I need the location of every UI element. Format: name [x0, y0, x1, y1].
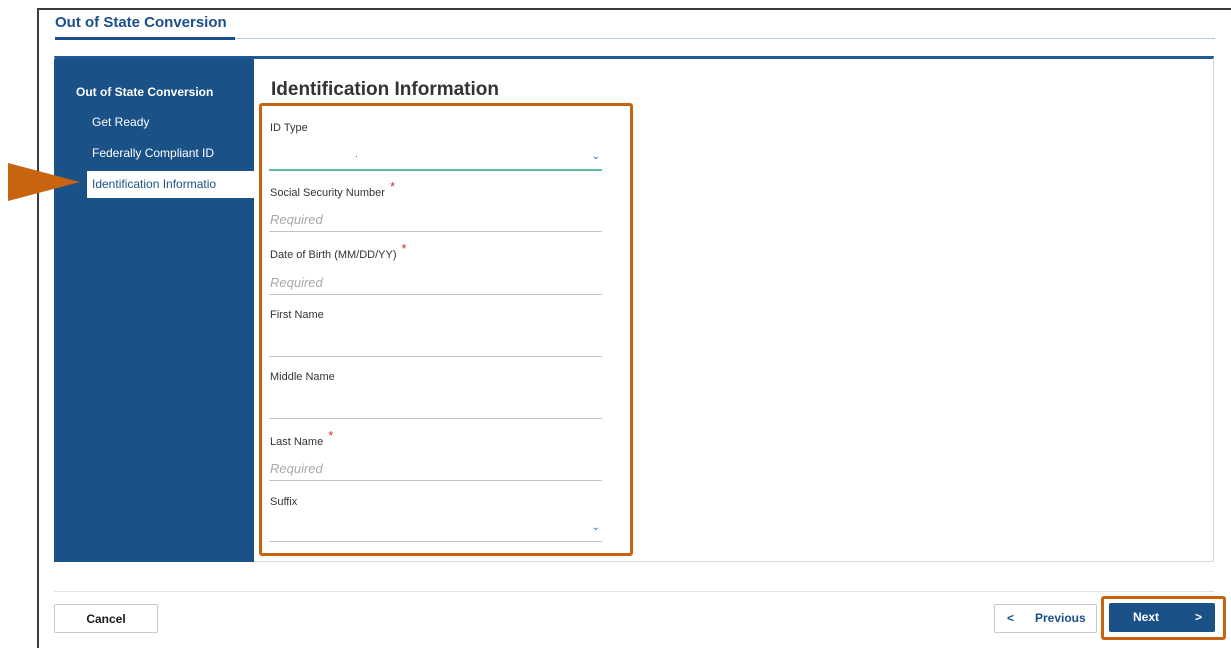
next-label: Next	[1133, 610, 1160, 624]
last-name-input[interactable]	[269, 457, 602, 481]
suffix-label: Suffix	[270, 496, 298, 508]
previous-button[interactable]: < Previous	[994, 604, 1097, 633]
sidebar-nav: Out of State Conversion Get Ready Federa…	[54, 59, 254, 562]
id-type-value: .	[355, 149, 358, 160]
form-heading: Identification Information	[271, 79, 499, 100]
footer-divider	[54, 591, 1214, 592]
dob-label: Date of Birth (MM/DD/YY) *	[270, 241, 407, 261]
required-marker: *	[401, 241, 407, 256]
sidebar-item-get-ready[interactable]: Get Ready	[92, 115, 149, 129]
next-button[interactable]: Next >	[1109, 603, 1215, 632]
first-name-label: First Name	[270, 309, 324, 321]
dob-input[interactable]	[269, 271, 602, 295]
sidebar-heading: Out of State Conversion	[76, 85, 214, 99]
previous-label: Previous	[1035, 611, 1086, 625]
required-marker: *	[328, 428, 334, 443]
id-type-select[interactable]: . ⌄	[269, 147, 602, 171]
page-title: Out of State Conversion	[55, 14, 227, 31]
required-marker: *	[389, 179, 395, 194]
first-name-input[interactable]	[269, 333, 602, 357]
id-type-label: ID Type	[270, 122, 308, 134]
cancel-button[interactable]: Cancel	[54, 604, 158, 633]
chevron-left-icon: <	[1007, 611, 1015, 625]
chevron-right-icon: >	[1194, 610, 1202, 624]
middle-name-input[interactable]	[269, 395, 602, 419]
ssn-input[interactable]	[269, 208, 602, 232]
chevron-down-icon: ⌄	[591, 151, 600, 162]
ssn-label: Social Security Number *	[270, 179, 395, 199]
sidebar-item-identification-information[interactable]: Identification Informatio	[87, 171, 254, 198]
chevron-down-icon: ⌄	[591, 522, 600, 533]
middle-name-label: Middle Name	[270, 371, 335, 383]
callout-arrow-icon	[8, 163, 80, 201]
title-underline	[55, 37, 235, 40]
sidebar-item-federally-compliant-id[interactable]: Federally Compliant ID	[92, 146, 214, 160]
suffix-select[interactable]: ⌄	[269, 518, 602, 542]
last-name-label: Last Name *	[270, 428, 334, 448]
